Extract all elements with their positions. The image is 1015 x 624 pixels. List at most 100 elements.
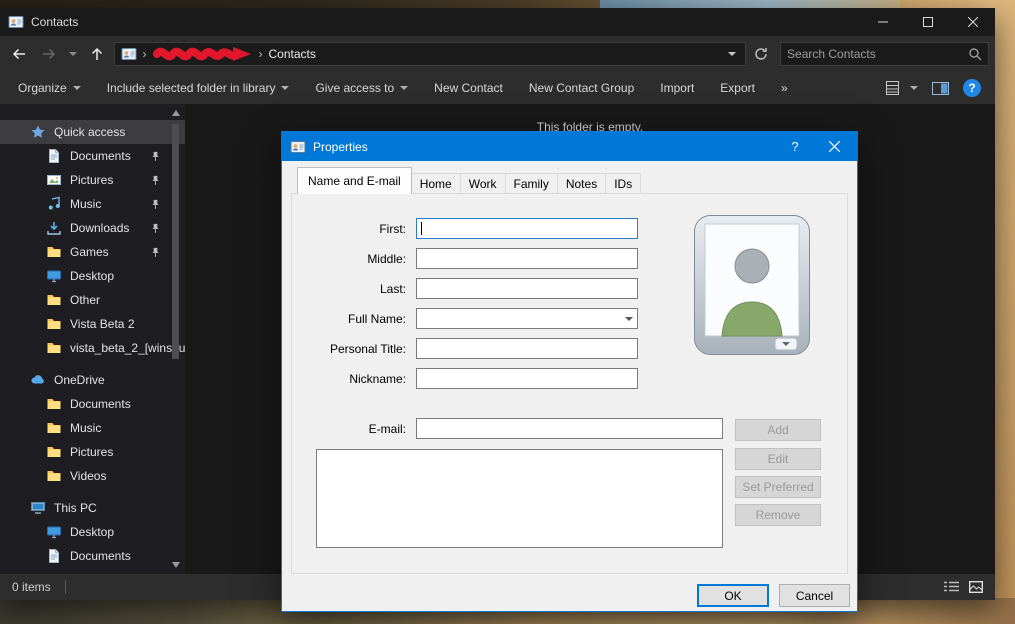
- give-access-to-button[interactable]: Give access to: [315, 81, 408, 95]
- sidebar-item-vista-beta-2[interactable]: Vista Beta 2: [0, 312, 185, 336]
- status-divider: [65, 580, 66, 594]
- sidebar-item-vista-beta-2-winsou[interactable]: vista_beta_2_[winsou: [0, 336, 185, 360]
- item-count: 0 items: [12, 580, 51, 594]
- pin-icon: [150, 151, 161, 162]
- tab-ids[interactable]: IDs: [606, 173, 641, 194]
- refresh-icon[interactable]: [750, 42, 772, 66]
- first-label: First:: [296, 222, 406, 236]
- address-dropdown-chevron-icon[interactable]: [725, 41, 739, 67]
- sidebar-scrollbar[interactable]: [171, 110, 180, 568]
- include-in-library-button[interactable]: Include selected folder in library: [107, 81, 290, 95]
- cancel-button[interactable]: Cancel: [779, 584, 850, 607]
- text-caret: [421, 222, 422, 235]
- sidebar-item-other[interactable]: Other: [0, 288, 185, 312]
- nickname-input[interactable]: [416, 368, 638, 389]
- dialog-help-button[interactable]: ?: [778, 132, 812, 161]
- search-input[interactable]: [787, 47, 968, 61]
- tab-notes[interactable]: Notes: [558, 173, 606, 194]
- tab-work[interactable]: Work: [461, 173, 506, 194]
- new-contact-group-button[interactable]: New Contact Group: [529, 81, 634, 95]
- email-input[interactable]: [416, 418, 723, 439]
- export-button[interactable]: Export: [720, 81, 755, 95]
- contact-card-icon: [290, 139, 306, 155]
- edit-button[interactable]: Edit: [735, 448, 821, 470]
- document-icon: [46, 548, 62, 564]
- recent-locations-chevron-icon[interactable]: [66, 41, 80, 67]
- breadcrumb-contacts[interactable]: Contacts: [269, 47, 316, 61]
- personal-title-input[interactable]: [416, 338, 638, 359]
- email-list[interactable]: [316, 449, 723, 548]
- first-name-input[interactable]: [416, 218, 638, 239]
- email-label: E-mail:: [296, 422, 406, 436]
- back-button[interactable]: [6, 41, 32, 67]
- star-icon: [30, 124, 46, 140]
- last-label: Last:: [296, 282, 406, 296]
- organize-button[interactable]: Organize: [18, 81, 81, 95]
- sidebar-item-onedrive-pictures[interactable]: Pictures: [0, 440, 185, 464]
- sidebar-item-thispc-desktop[interactable]: Desktop: [0, 520, 185, 544]
- search-icon[interactable]: [968, 47, 982, 61]
- scrollbar-thumb[interactable]: [172, 124, 179, 359]
- up-button[interactable]: [84, 41, 110, 67]
- tab-family[interactable]: Family: [506, 173, 558, 194]
- document-icon: [46, 148, 62, 164]
- dialog-close-button[interactable]: [812, 132, 857, 161]
- preview-pane-button[interactable]: [932, 82, 949, 95]
- tab-name-and-email[interactable]: Name and E-mail: [297, 167, 412, 194]
- dialog-title: Properties: [313, 140, 368, 154]
- more-commands-button[interactable]: »: [781, 81, 788, 95]
- tab-home[interactable]: Home: [412, 173, 461, 194]
- sidebar-item-games[interactable]: Games: [0, 240, 185, 264]
- sidebar-section-quick-access[interactable]: Quick access: [0, 120, 185, 144]
- pin-icon: [150, 199, 161, 210]
- new-contact-button[interactable]: New Contact: [434, 81, 503, 95]
- sidebar-item-thispc-documents[interactable]: Documents: [0, 544, 185, 568]
- contact-photo-placeholder[interactable]: [693, 214, 811, 361]
- sidebar-item-onedrive-videos[interactable]: Videos: [0, 464, 185, 488]
- large-icons-view-icon[interactable]: [969, 581, 983, 593]
- address-bar[interactable]: › › Contacts: [114, 42, 747, 66]
- properties-dialog: Properties ? Name and E-mail Home Work F…: [281, 131, 858, 612]
- scroll-down-icon[interactable]: [172, 562, 180, 568]
- details-view-icon[interactable]: [944, 581, 959, 593]
- last-name-input[interactable]: [416, 278, 638, 299]
- sidebar-item-onedrive-documents[interactable]: Documents: [0, 392, 185, 416]
- forward-button[interactable]: [36, 41, 62, 67]
- pictures-icon: [46, 172, 62, 188]
- remove-button[interactable]: Remove: [735, 504, 821, 526]
- navigation-bar: › › Contacts: [0, 36, 995, 72]
- navigation-pane: Quick access Documents Pictures Music Do…: [0, 104, 185, 574]
- combo-dropdown-icon[interactable]: [620, 309, 637, 328]
- sidebar-item-pictures[interactable]: Pictures: [0, 168, 185, 192]
- window-title: Contacts: [31, 15, 78, 29]
- sidebar-item-documents[interactable]: Documents: [0, 144, 185, 168]
- ok-button[interactable]: OK: [697, 584, 769, 607]
- folder-icon: [46, 244, 62, 260]
- nickname-label: Nickname:: [296, 372, 406, 386]
- folder-icon: [46, 292, 62, 308]
- set-preferred-button[interactable]: Set Preferred: [735, 476, 821, 498]
- minimize-button[interactable]: [860, 8, 905, 36]
- pin-icon: [150, 175, 161, 186]
- sidebar-item-downloads[interactable]: Downloads: [0, 216, 185, 240]
- sidebar-item-onedrive-music[interactable]: Music: [0, 416, 185, 440]
- monitor-icon: [46, 524, 62, 540]
- downloads-icon: [46, 220, 62, 236]
- import-button[interactable]: Import: [660, 81, 694, 95]
- help-button[interactable]: ?: [963, 79, 981, 97]
- middle-name-input[interactable]: [416, 248, 638, 269]
- maximize-button[interactable]: [905, 8, 950, 36]
- chevron-down-icon: [910, 86, 918, 90]
- sidebar-item-desktop[interactable]: Desktop: [0, 264, 185, 288]
- search-box[interactable]: [780, 42, 989, 66]
- dialog-tabs: Name and E-mail Home Work Family Notes I…: [297, 167, 641, 194]
- add-button[interactable]: Add: [735, 419, 821, 441]
- contacts-folder-icon: [121, 46, 137, 62]
- sidebar-item-music[interactable]: Music: [0, 192, 185, 216]
- change-view-button[interactable]: [886, 81, 918, 95]
- sidebar-section-this-pc[interactable]: This PC: [0, 496, 185, 520]
- full-name-combobox[interactable]: [416, 308, 638, 329]
- close-button[interactable]: [950, 8, 995, 36]
- scroll-up-icon[interactable]: [172, 110, 180, 116]
- sidebar-section-onedrive[interactable]: OneDrive: [0, 368, 185, 392]
